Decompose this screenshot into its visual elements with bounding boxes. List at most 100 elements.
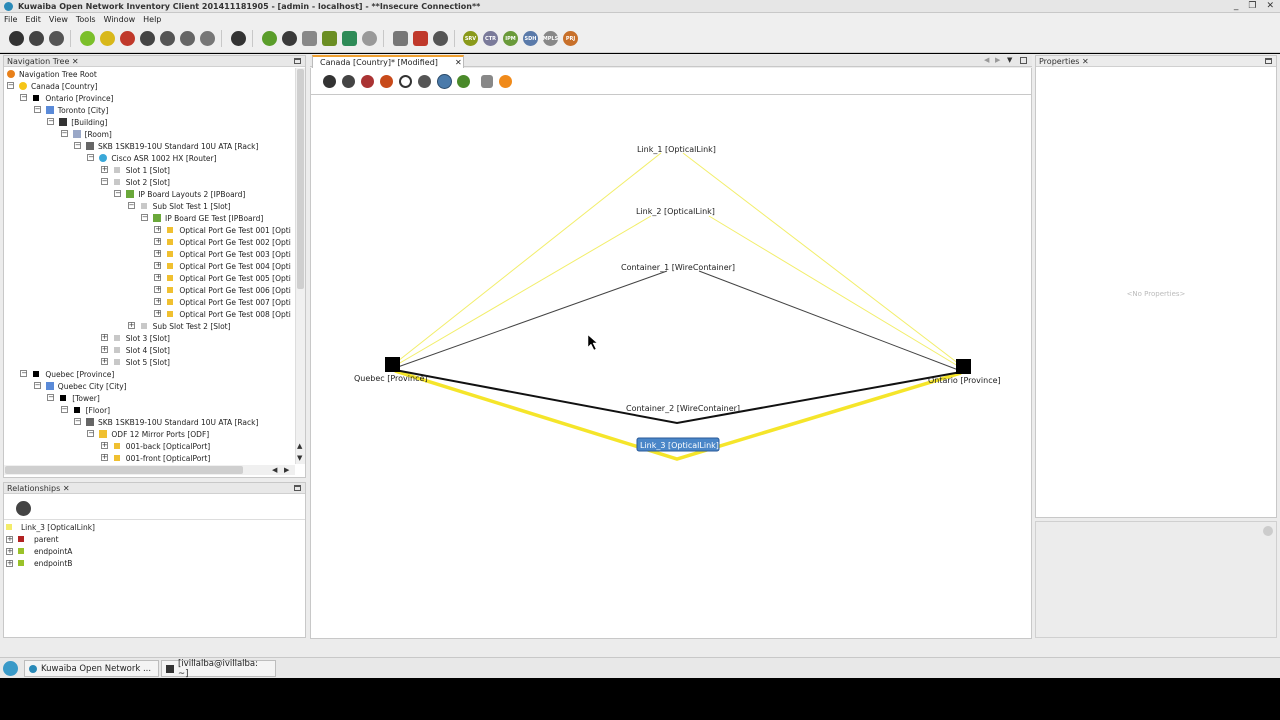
tree-node[interactable]: Slot 1 [Slot] (113, 164, 170, 176)
link-2-label[interactable]: Link_2 [OpticalLink] (636, 207, 715, 216)
audit-icon[interactable] (393, 31, 408, 46)
chart-icon[interactable] (413, 31, 428, 46)
tree-node[interactable]: 001-back [OpticalPort] (113, 440, 210, 452)
tree-node[interactable]: Optical Port Ge Test 004 [Opti (166, 260, 291, 272)
sdh-module-icon[interactable]: SDH (523, 31, 538, 46)
tab-scroll-left-icon[interactable]: ◀ (984, 56, 989, 64)
link-1-line-b[interactable] (682, 152, 964, 368)
mpls-module-icon[interactable]: MPLS (543, 31, 558, 46)
expand-icon[interactable]: + (100, 442, 108, 449)
tree-node[interactable]: Ontario [Province] (32, 92, 114, 104)
clock-icon[interactable] (433, 31, 448, 46)
topology-canvas[interactable]: Link_1 [OpticalLink] Link_2 [OpticalLink… (310, 94, 1032, 639)
quebec-label[interactable]: Quebec [Province] (354, 374, 428, 383)
ontario-label[interactable]: Ontario [Province] (928, 376, 1001, 385)
link-3-label[interactable]: Link_3 [OpticalLink] (640, 441, 719, 450)
tree-node[interactable]: Optical Port Ge Test 008 [Opti (166, 308, 291, 320)
container-1-line-a[interactable] (394, 270, 668, 369)
collapse-icon[interactable]: − (47, 118, 55, 125)
taskbar-item-terminal[interactable]: [ivillalba@ivillalba: ~] (161, 659, 276, 679)
projects-icon[interactable]: PRJ (563, 31, 578, 46)
collapse-icon[interactable]: − (33, 382, 41, 389)
expand-icon[interactable]: + (100, 454, 108, 461)
relationship-parent[interactable]: parent (18, 533, 59, 545)
show-connections-icon[interactable] (457, 75, 470, 88)
collapse-icon[interactable]: − (127, 202, 135, 209)
tree-node[interactable]: Quebec [Province] (32, 368, 114, 380)
tree-node[interactable]: Optical Port Ge Test 005 [Opti (166, 272, 291, 284)
taskbar-item-kuwaiba[interactable]: Kuwaiba Open Network ... (24, 660, 159, 677)
refresh-icon[interactable] (418, 75, 431, 88)
tree-node[interactable]: SKB 1SKB19-10U Standard 10U ATA [Rack] (86, 140, 258, 152)
tree-node[interactable]: Canada [Country] (19, 80, 98, 92)
tree-node[interactable]: IP Board Layouts 2 [IPBoard] (126, 188, 245, 200)
tree-node[interactable]: 001-front [OpticalPort] (113, 452, 210, 464)
expand-icon[interactable]: + (154, 262, 162, 269)
minimize-panel-icon[interactable] (294, 485, 301, 491)
expand-icon[interactable]: + (154, 286, 162, 293)
tree-node[interactable]: [Floor] (73, 404, 110, 416)
expand-icon[interactable]: + (100, 334, 108, 341)
maximize-panel-icon[interactable] (1020, 57, 1027, 64)
tree-node[interactable]: SKB 1SKB19-10U Standard 10U ATA [Rack] (86, 416, 258, 428)
expand-icon[interactable]: + (154, 226, 162, 233)
editor-tab[interactable]: Canada [Country]* [Modified] ✕ (312, 55, 464, 68)
link-1-line-a[interactable] (392, 152, 662, 366)
connect-icon[interactable] (342, 75, 355, 88)
scrollbar-thumb[interactable] (297, 69, 304, 289)
tree-node[interactable]: Navigation Tree Root (7, 68, 97, 80)
close-icon[interactable]: ✕ (63, 484, 70, 493)
collapse-icon[interactable]: − (100, 178, 108, 185)
container-2-label[interactable]: Container_2 [WireContainer] (626, 404, 740, 413)
tree-node[interactable]: Toronto [City] (45, 104, 108, 116)
tree-node[interactable]: Sub Slot Test 2 [Slot] (140, 320, 231, 332)
link-2-line-b[interactable] (708, 215, 964, 370)
report-icon[interactable] (302, 31, 317, 46)
container-1-line-b[interactable] (698, 270, 962, 372)
link-1-label[interactable]: Link_1 [OpticalLink] (637, 145, 716, 154)
scroll-right-icon[interactable]: ▶ (284, 466, 289, 474)
scroll-up-icon[interactable]: ▲ (297, 442, 302, 450)
tree-node[interactable]: Optical Port Ge Test 003 [Opti (166, 248, 291, 260)
minimize-button[interactable]: _ (1234, 1, 1239, 11)
container-1-label[interactable]: Container_1 [WireContainer] (621, 263, 735, 272)
minimize-panel-icon[interactable] (1265, 58, 1272, 64)
relationship-endpoint-b[interactable]: endpointB (18, 557, 72, 569)
collapse-icon[interactable]: − (87, 154, 95, 161)
expand-icon[interactable]: + (6, 548, 13, 555)
contract-manager-icon[interactable]: CTR (483, 31, 498, 46)
ontario-node[interactable] (956, 359, 971, 374)
properties-tab[interactable]: Properties ✕ (1039, 57, 1089, 66)
collapse-icon[interactable]: − (74, 418, 81, 425)
collapse-icon[interactable]: − (20, 370, 28, 377)
collapse-icon[interactable]: − (7, 82, 14, 89)
database-icon[interactable] (322, 31, 337, 46)
collapse-icon[interactable]: − (33, 106, 41, 113)
user-icon[interactable] (362, 31, 377, 46)
tree-node[interactable]: Sub Slot Test 1 [Slot] (140, 200, 231, 212)
palette-icon[interactable] (342, 31, 357, 46)
collapse-icon[interactable]: − (47, 394, 55, 401)
tree-node[interactable]: Optical Port Ge Test 002 [Opti (166, 236, 291, 248)
expand-icon[interactable]: + (127, 322, 135, 329)
help-icon[interactable] (1263, 526, 1273, 536)
start-menu-icon[interactable] (3, 661, 18, 676)
tree-node[interactable]: Optical Port Ge Test 007 [Opti (166, 296, 291, 308)
expand-icon[interactable]: + (154, 238, 162, 245)
collapse-icon[interactable]: − (60, 130, 68, 137)
link-2-line-a[interactable] (392, 215, 652, 368)
tree-node[interactable]: [Tower] (59, 392, 100, 404)
container-icon[interactable] (361, 75, 374, 88)
tree-node[interactable]: ODF 12 Mirror Ports [ODF] (99, 428, 209, 440)
tab-list-icon[interactable]: ▼ (1007, 56, 1012, 64)
tree-node[interactable]: Slot 3 [Slot] (113, 332, 170, 344)
expand-icon[interactable]: + (154, 274, 162, 281)
relationships-graph-icon[interactable] (16, 501, 31, 516)
scrollbar-thumb[interactable] (5, 466, 243, 474)
tree-node[interactable]: Slot 2 [Slot] (113, 176, 170, 188)
collapse-icon[interactable]: − (114, 190, 122, 197)
maximize-button[interactable]: ❐ (1248, 1, 1256, 11)
tree-node[interactable]: Cisco ASR 1002 HX [Router] (99, 152, 217, 164)
relationship-endpoint-a[interactable]: endpointA (18, 545, 72, 557)
close-window-button[interactable]: ✕ (1266, 1, 1274, 11)
